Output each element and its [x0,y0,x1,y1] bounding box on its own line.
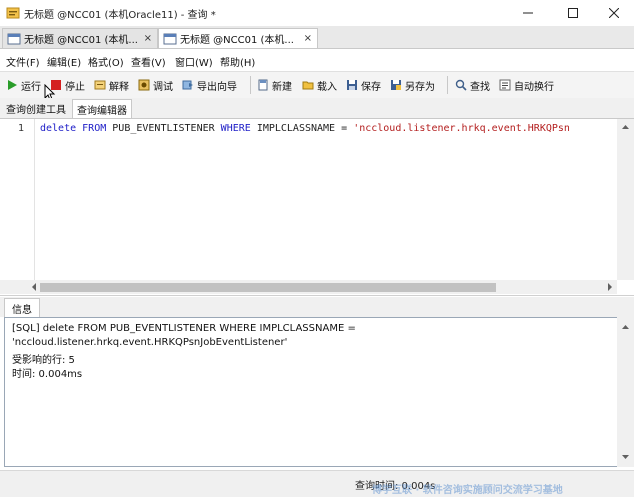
editor-mode-tab-bar: 查询创建工具 查询编辑器 [0,98,634,119]
info-line-sql: [SQL] delete FROM PUB_EVENTLISTENER WHER… [12,323,356,334]
scroll-right-icon[interactable] [604,280,616,294]
watermark-text: 博学互联 · 软件咨询实施顾问交流学习基地 [372,485,563,496]
find-label: 查找 [470,81,490,93]
info-vertical-scrollbar[interactable] [617,317,634,467]
info-output-panel[interactable]: [SQL] delete FROM PUB_EVENTLISTENER WHER… [4,317,618,467]
save-button[interactable]: 保存 [346,76,381,94]
editor-horizontal-scrollbar[interactable] [0,280,617,294]
sql-code-line[interactable]: delete FROM PUB_EVENTLISTENER WHERE IMPL… [40,123,570,134]
new-button[interactable]: 新建 [257,76,292,94]
operator: = [341,123,348,134]
sql-editor[interactable]: 1 delete FROM PUB_EVENTLISTENER WHERE IM… [0,119,634,296]
word-wrap-icon [499,79,511,91]
export-wizard-button[interactable]: 导出向导 [182,76,237,94]
debug-icon [138,79,150,91]
menu-view[interactable]: 查看(V) [131,54,166,69]
line-number: 1 [18,123,25,134]
explain-button[interactable]: 解释 [94,76,129,94]
keyword-where: WHERE [220,123,251,134]
maximize-icon [568,8,578,18]
menu-edit[interactable]: 编辑(E) [47,54,81,69]
info-line-sql-continued: 'nccloud.listener.hrkq.event.HRKQPsnJobE… [12,337,288,348]
debug-label: 调试 [153,81,173,93]
scroll-left-icon[interactable] [28,280,40,294]
line-number-gutter: 1 [0,119,35,280]
keyword-from: FROM [82,123,107,134]
column-name: IMPLCLASSNAME [256,123,336,134]
keyword-delete: delete [40,123,77,134]
explain-label: 解释 [109,81,129,93]
menu-bar: 文件(F) 编辑(E) 格式(O) 查看(V) 窗口(W) 帮助(H) [0,50,634,70]
toolbar: 运行 停止 解释 调试 导出向导 新建 载入 保存 另存为 查找 自动换行 [0,71,634,99]
info-tab-bar: 信息 [0,297,634,318]
app-icon [6,7,20,19]
document-tab-2-close-icon[interactable]: × [304,33,312,44]
search-icon [455,79,467,91]
run-label: 运行 [21,81,41,93]
menu-window[interactable]: 窗口(W) [175,54,213,69]
query-icon [163,33,177,44]
document-tab-1-label: 无标题 @NCC01 (本机... [24,35,138,46]
debug-button[interactable]: 调试 [138,76,173,94]
scroll-up-icon[interactable] [617,321,634,333]
maximize-button[interactable] [553,0,593,26]
stop-label: 停止 [65,81,85,93]
export-icon [182,80,193,90]
run-button[interactable]: 运行 [6,76,41,94]
string-literal: 'nccloud.listener.hrkq.event.HRKQPsn [353,123,570,134]
new-icon [258,79,268,91]
save-as-icon [391,80,401,90]
load-button[interactable]: 载入 [302,76,337,94]
new-label: 新建 [272,81,292,93]
close-button[interactable] [594,0,634,26]
toolbar-separator [447,76,448,94]
scroll-down-icon[interactable] [617,451,634,463]
document-tab-2[interactable]: 无标题 @NCC01 (本机... × [158,28,318,48]
document-tab-1-close-icon[interactable]: × [144,33,152,44]
export-wizard-label: 导出向导 [197,81,237,93]
word-wrap-label: 自动换行 [514,81,554,93]
document-tab-1[interactable]: 无标题 @NCC01 (本机... × [2,28,158,48]
menu-format[interactable]: 格式(O) [88,54,124,69]
menu-file[interactable]: 文件(F) [6,54,40,69]
tab-info[interactable]: 信息 [4,298,40,318]
close-icon [609,8,619,18]
save-label: 保存 [361,81,381,93]
load-label: 载入 [317,81,337,93]
menu-help[interactable]: 帮助(H) [220,54,255,69]
tab-query-builder[interactable]: 查询创建工具 [2,99,70,118]
minimize-button[interactable] [508,0,548,26]
tab-query-editor[interactable]: 查询编辑器 [72,99,132,118]
horizontal-scroll-thumb[interactable] [40,283,496,292]
play-icon [8,80,17,90]
explain-icon [94,80,106,90]
folder-icon [302,81,314,90]
info-line-time: 时间: 0.004ms [12,369,83,380]
editor-vertical-scrollbar[interactable] [617,119,634,280]
minimize-icon [523,12,533,14]
scroll-up-icon[interactable] [617,121,634,133]
table-name: PUB_EVENTLISTENER [112,123,215,134]
toolbar-separator [250,76,251,94]
save-as-button[interactable]: 另存为 [390,76,435,94]
find-button[interactable]: 查找 [455,76,490,94]
window-title: 无标题 @NCC01 (本机Oracle11) - 查询 * [24,10,216,21]
save-as-label: 另存为 [405,81,435,93]
title-bar: 无标题 @NCC01 (本机Oracle11) - 查询 * [0,0,634,27]
document-tab-2-label: 无标题 @NCC01 (本机... [180,35,294,46]
query-icon [7,33,21,44]
save-icon [347,80,357,90]
word-wrap-button[interactable]: 自动换行 [499,76,554,94]
info-line-affected-rows: 受影响的行: 5 [12,355,75,366]
document-tab-bar: 无标题 @NCC01 (本机... × 无标题 @NCC01 (本机... × [0,26,634,49]
